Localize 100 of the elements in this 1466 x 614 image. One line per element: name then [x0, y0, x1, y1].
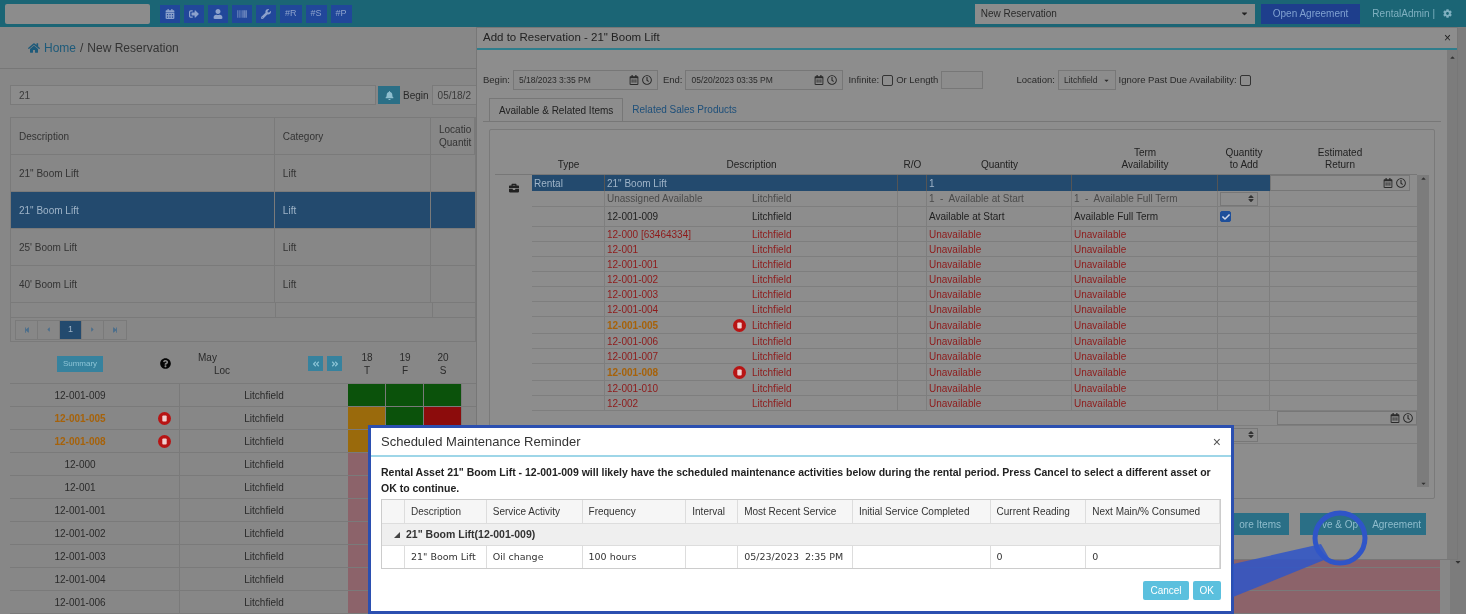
toolbar-button[interactable]: #S [305, 4, 327, 23]
item-row[interactable]: 12-002 Litchfield Unavailable Unavailable [532, 396, 1417, 411]
end-label: End: [662, 72, 683, 87]
checkbox[interactable] [1220, 211, 1231, 222]
table-cell-text: Unassigned Available [607, 192, 703, 206]
collapse-toggle[interactable] [394, 531, 400, 538]
column-header: Estimated Return [1317, 147, 1363, 171]
scroll-up-icon[interactable] [1448, 54, 1456, 61]
toolbar-button[interactable] [232, 4, 252, 23]
tab[interactable]: Related Sales Products [623, 98, 746, 121]
item-row[interactable]: 12-001-004 Litchfield Unavailable Unavailable [532, 302, 1417, 317]
checkbox[interactable] [1239, 74, 1251, 86]
clock-icon[interactable] [641, 75, 652, 85]
summary-button[interactable]: Summary [56, 355, 104, 372]
asset-id: 12-001-005 [54, 411, 106, 426]
clock-icon[interactable] [827, 75, 838, 85]
double-right-icon [330, 359, 339, 368]
help-icon[interactable] [159, 358, 171, 369]
scroll-down-icon[interactable] [1419, 480, 1427, 487]
item-row[interactable]: 12-001-009 Litchfield Available at Start Available Full Term [532, 207, 1417, 227]
item-row[interactable]: 12-001-008 Litchfield Unavailable Unavailable [532, 364, 1417, 381]
item-row[interactable]: Unassigned Available Litchfield 1 - Available at Start 1 - Available Full Term [532, 191, 1417, 207]
calendar-icon[interactable] [1390, 413, 1400, 423]
calendar-icon[interactable] [814, 75, 825, 85]
item-row[interactable]: 12-001-007 Litchfield Unavailable Unavailable [532, 349, 1417, 364]
spinner-arrows-icon [1247, 194, 1255, 203]
location-text: Litchfield [244, 411, 284, 426]
table-row[interactable]: 40' Boom Lift Lift [11, 266, 475, 303]
item-row[interactable]: 12-001-010 Litchfield Unavailable Unavailable [532, 381, 1417, 396]
previous-button[interactable] [308, 356, 323, 371]
or-length-label: Or Length [896, 72, 939, 87]
page-select[interactable]: New Reservation [974, 3, 1255, 24]
open-agreement-button[interactable]: Open Agreement [1260, 3, 1361, 24]
asset-id: 12-001-004 [54, 572, 106, 587]
tab[interactable]: Available & Related Items [489, 98, 624, 121]
location-text: Litchfield [244, 526, 284, 541]
dialog-button[interactable]: ore Items [1231, 513, 1289, 535]
column-header: Most Recent Service [744, 505, 837, 519]
toolbar-button[interactable]: #P [330, 4, 352, 23]
begin-label: Begin [403, 88, 429, 103]
scroll-up-icon[interactable] [1419, 175, 1427, 182]
table-cell-text: Unavailable [929, 396, 982, 411]
table-cell-text: Lift [282, 277, 297, 292]
modal-button[interactable]: Cancel [1143, 581, 1189, 600]
toolbar-button[interactable] [160, 4, 180, 23]
warning-icon [733, 365, 746, 379]
item-row[interactable]: 12-001 Litchfield Unavailable Unavailable [532, 242, 1417, 257]
table-row[interactable]: 21" Boom Lift Lift [11, 192, 475, 229]
table-cell-text: 12-001-002 [607, 272, 659, 287]
search-button[interactable] [378, 86, 400, 104]
table-cell-text: Litchfield [752, 210, 792, 224]
column-header: Category [274, 118, 431, 154]
clock-icon[interactable] [1403, 413, 1413, 423]
toolbar-button[interactable] [184, 4, 204, 23]
group-row[interactable]: Rental 21" Boom Lift 1 [532, 175, 1270, 191]
toolbar-button[interactable] [208, 4, 228, 23]
home-link[interactable]: Home [44, 38, 76, 57]
user-name[interactable]: RentalAdmin | [1372, 6, 1435, 21]
warning-icon [733, 318, 746, 332]
table-cell-text: Unavailable [1074, 381, 1127, 396]
item-row[interactable]: 12-001-003 Litchfield Unavailable Unavailable [532, 287, 1417, 302]
table-cell-text: 1 [929, 176, 935, 191]
table-cell-text: Unavailable [1074, 349, 1127, 364]
location-select[interactable]: Litchfield [1057, 70, 1116, 90]
table-cell-text: Oil change [492, 549, 544, 564]
location-text: Litchfield [244, 503, 284, 518]
page-button[interactable]: 1 [60, 320, 82, 339]
table-cell-text: Litchfield [752, 257, 792, 272]
item-row[interactable]: 12-001-001 Litchfield Unavailable Unavailable [532, 257, 1417, 272]
close-button[interactable]: × [1444, 32, 1451, 44]
table-cell-text: Unavailable [929, 349, 982, 364]
search-field[interactable] [5, 3, 150, 24]
settings-icon[interactable] [1443, 9, 1452, 18]
item-row[interactable]: 12-001-002 Litchfield Unavailable Unavailable [532, 272, 1417, 287]
item-row[interactable]: 12-001-006 Litchfield Unavailable Unavailable [532, 334, 1417, 349]
table-cell-text: 25' Boom Lift [19, 240, 78, 255]
scroll-down-icon[interactable] [1454, 558, 1462, 566]
table-row[interactable]: 25' Boom Lift Lift [11, 229, 475, 266]
return-date-field[interactable] [1270, 175, 1410, 191]
checkbox[interactable] [882, 74, 894, 86]
search-field[interactable]: 21 [10, 85, 376, 105]
begin-date-field[interactable]: 5/18/2023 3:35 PM [512, 70, 658, 90]
modal-button[interactable]: OK [1192, 581, 1221, 600]
return-date-field[interactable] [1277, 411, 1417, 425]
item-row[interactable]: 12-001-005 Litchfield Unavailable Unavailable [532, 317, 1417, 334]
calendar-icon[interactable] [628, 75, 639, 85]
close-button[interactable]: × [1212, 434, 1221, 449]
ignore-label: Ignore Past Due Availability: [1118, 72, 1237, 87]
end-date-field[interactable]: 05/20/2023 03:35 PM [685, 70, 844, 90]
table-cell-text: 21" Boom Lift [19, 203, 79, 218]
column-header: Description [410, 505, 461, 519]
toolbar-button[interactable]: #R [280, 4, 302, 23]
item-row[interactable]: 12-000 [63464334] Litchfield Unavailable Unavailable [532, 227, 1417, 242]
toolbar-button[interactable] [256, 4, 276, 23]
table-cell-text: Litchfield [752, 287, 792, 302]
table-cell-text: Litchfield [752, 334, 792, 349]
clock-icon[interactable] [1396, 178, 1406, 188]
next-button[interactable] [327, 356, 342, 371]
calendar-icon[interactable] [1383, 178, 1393, 188]
table-cell-text: 21" Boom Lift [410, 549, 476, 564]
